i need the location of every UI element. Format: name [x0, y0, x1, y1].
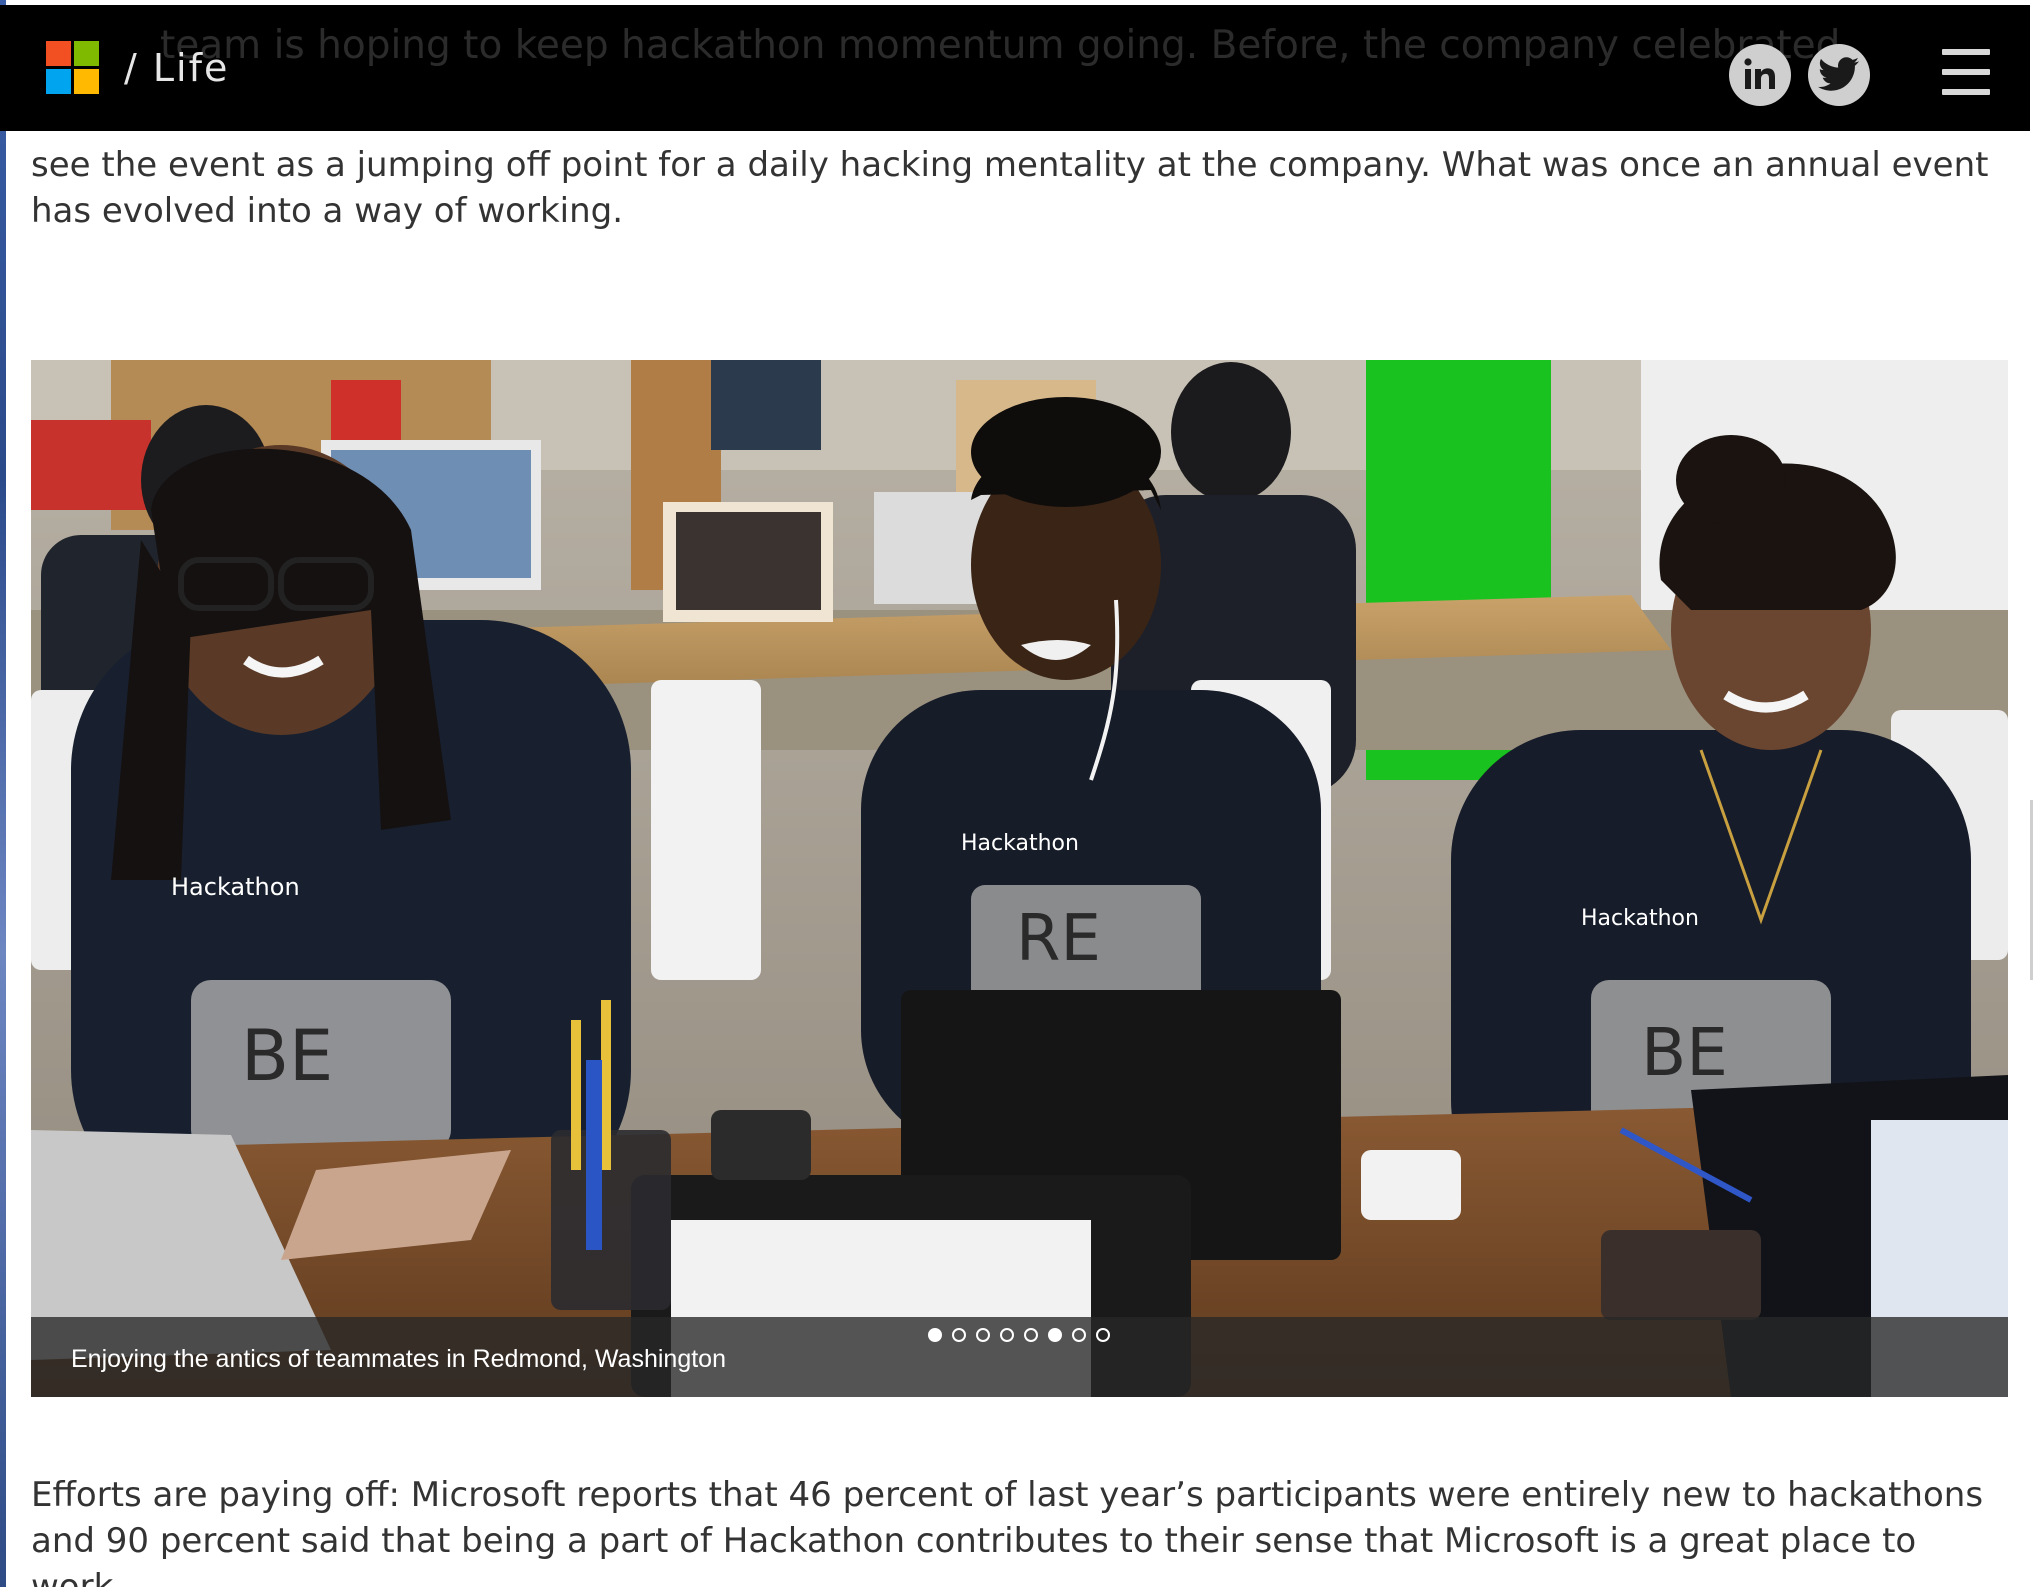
svg-text:BE: BE — [1641, 1014, 1728, 1091]
svg-text:BE: BE — [241, 1015, 333, 1097]
slide-dot-1[interactable] — [928, 1328, 942, 1342]
svg-text:Hackathon: Hackathon — [171, 873, 300, 901]
slide-dot-8[interactable] — [1096, 1328, 1110, 1342]
twitter-bird-icon — [1818, 57, 1859, 91]
hackathon-photo-image: BE Hackathon RE Hackathon BE Hackathon — [31, 360, 2008, 1397]
hamburger-menu-icon[interactable] — [1942, 49, 1992, 95]
slide-dot-3[interactable] — [976, 1328, 990, 1342]
site-header: team is hoping to keep hackathon momentu… — [0, 5, 2030, 131]
site-section-title[interactable]: / Life — [124, 45, 229, 91]
linkedin-icon — [1744, 58, 1775, 89]
slide-indicators — [928, 1328, 1110, 1342]
slide-caption: Enjoying the antics of teammates in Redm… — [71, 1345, 726, 1373]
twitter-share-button[interactable] — [1808, 44, 1870, 106]
linkedin-share-button[interactable] — [1729, 44, 1791, 106]
slide-dot-6[interactable] — [1048, 1328, 1062, 1342]
slide-dot-4[interactable] — [1000, 1328, 1014, 1342]
slide-dot-7[interactable] — [1072, 1328, 1086, 1342]
header-ghost-text: team is hoping to keep hackathon momentu… — [160, 23, 1841, 68]
slide-dot-2[interactable] — [952, 1328, 966, 1342]
slide-dot-5[interactable] — [1024, 1328, 1038, 1342]
slideshow-photo[interactable]: BE Hackathon RE Hackathon BE Hackathon E… — [31, 360, 2008, 1397]
window-edge — [0, 0, 6, 1587]
svg-text:Hackathon: Hackathon — [961, 831, 1079, 856]
scrollbar-thumb[interactable] — [2030, 800, 2033, 980]
article-paragraph: Efforts are paying off: Microsoft report… — [31, 1475, 1984, 1587]
article-paragraph: see the event as a jumping off point for… — [31, 145, 1989, 231]
svg-text:Hackathon: Hackathon — [1581, 906, 1699, 931]
microsoft-logo-icon[interactable] — [46, 41, 100, 95]
svg-text:RE: RE — [1016, 902, 1101, 976]
